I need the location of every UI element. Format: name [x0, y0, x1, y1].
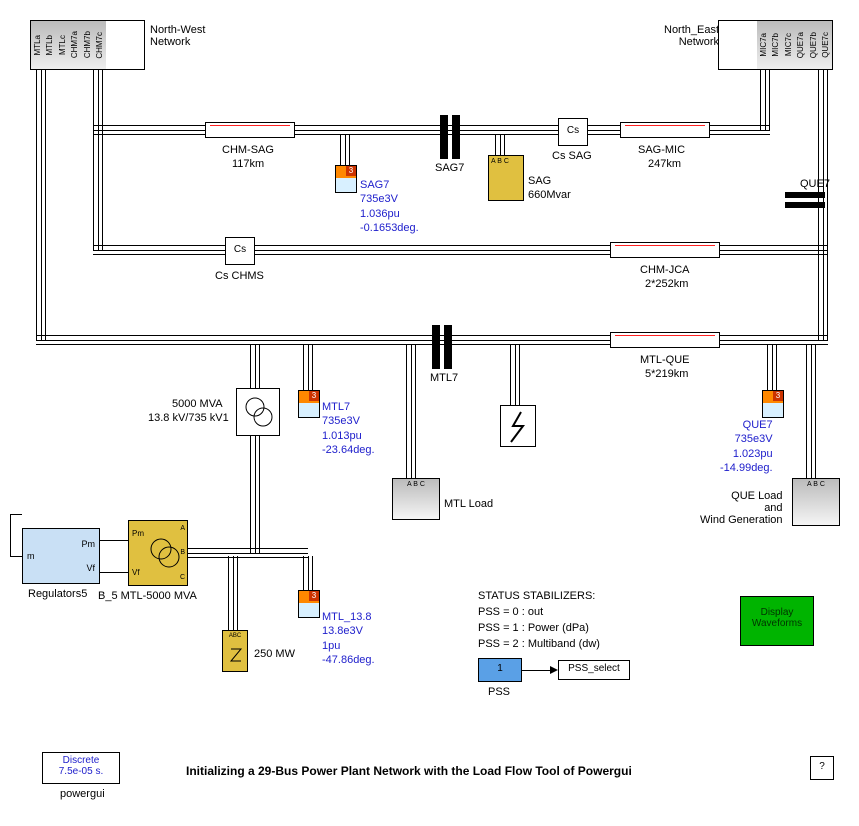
bus-mtl7	[432, 325, 440, 369]
nw-port: CHM7b	[83, 31, 92, 58]
sag-mvar-block[interactable]: A B C	[488, 155, 524, 201]
nw-label: North-West Network	[150, 24, 205, 48]
display-waveforms-button[interactable]: Display Waveforms	[740, 596, 814, 646]
north-west-subsystem[interactable]: MTLa MTLb MTLc CHM7a CHM7b CHM7c	[30, 20, 145, 70]
status-title: STATUS STABILIZERS:	[478, 590, 595, 602]
help-label: ?	[819, 761, 825, 772]
ne-label: North_East Network	[664, 24, 719, 48]
nw-port: CHM7a	[70, 31, 79, 58]
nw-port: MTLb	[45, 35, 54, 55]
chm-jca-name: CHM-JCA	[640, 264, 690, 276]
meas-que7[interactable]: 3	[762, 390, 784, 418]
que7-m-name: QUE7	[743, 419, 773, 431]
sag-rating: 660Mvar	[528, 189, 571, 201]
mtl-load-block[interactable]: A B C	[392, 478, 440, 520]
chm-sag-len: 117km	[232, 158, 264, 170]
powergui-label: powergui	[60, 788, 105, 800]
north-east-subsystem[interactable]: MIC7a MIC7b MIC7c QUE7a QUE7b QUE7c	[718, 20, 833, 70]
pss-label: PSS	[488, 686, 510, 698]
cs-chms-block[interactable]: Cs	[225, 237, 255, 265]
mtl-load-label: MTL Load	[444, 498, 493, 510]
regulators-label: Regulators5	[28, 588, 87, 600]
ne-port: QUE7a	[796, 32, 805, 58]
meas-sag7[interactable]: 3	[335, 165, 357, 193]
mtl13-m-pu: 1pu	[322, 640, 340, 652]
mw-label: 250 MW	[254, 648, 295, 660]
fault-block[interactable]	[500, 405, 536, 447]
status-l0: PSS = 0 : out	[478, 606, 543, 618]
ne-port: QUE7c	[821, 32, 830, 58]
ne-port: MIC7a	[759, 33, 768, 57]
mw-source-block[interactable]: ABC	[222, 630, 248, 672]
que-load-label: QUE Load and Wind Generation	[700, 490, 783, 526]
generator-label: B_5 MTL-5000 MVA	[98, 590, 197, 602]
nw-port: MTLc	[58, 35, 67, 55]
regulators-block[interactable]: Pm Vf m	[22, 528, 100, 584]
xfmr-ratio: 13.8 kV/735 kV1	[148, 412, 229, 424]
mtl7-m-ang: -23.64deg.	[322, 444, 375, 456]
powergui-l1: Discrete	[43, 755, 119, 766]
pss-constant[interactable]: 1	[478, 658, 522, 682]
status-l2: PSS = 2 : Multiband (dw)	[478, 638, 600, 650]
gen-vf: Vf	[132, 568, 140, 577]
mtl-que-len: 5*219km	[645, 368, 688, 380]
chm-sag-name: CHM-SAG	[222, 144, 274, 156]
mtl13-m-ang: -47.86deg.	[322, 654, 375, 666]
sag-mic-len: 247km	[648, 158, 681, 170]
sag-name: SAG	[528, 175, 551, 187]
pss-select-label: PSS_select	[568, 663, 620, 674]
nw-port: CHM7c	[95, 32, 104, 59]
mtl7-label: MTL7	[430, 372, 458, 384]
xfmr-rating: 5000 MVA	[172, 398, 223, 410]
cs-chms-label: Cs CHMS	[215, 270, 264, 282]
mtl7-m-pu: 1.013pu	[322, 430, 362, 442]
cs-sag-block[interactable]: Cs	[558, 118, 588, 146]
mtl7-m-name: MTL7	[322, 401, 350, 413]
transformer-block[interactable]	[236, 388, 280, 436]
cs-sag-label: Cs SAG	[552, 150, 592, 162]
sag7-m-v: 735e3V	[360, 193, 398, 205]
meas-mtl7[interactable]: 3	[298, 390, 320, 418]
mtl-que-name: MTL-QUE	[640, 354, 690, 366]
sag7-m-pu: 1.036pu	[360, 208, 400, 220]
gen-pm: Pm	[132, 529, 144, 538]
mtl13-m-name: MTL_13.8	[322, 611, 372, 623]
que7-m-pu: 1.023pu	[733, 448, 773, 460]
sag-mic-name: SAG-MIC	[638, 144, 685, 156]
help-button[interactable]: ?	[810, 756, 834, 780]
que-load-block[interactable]: A B C	[792, 478, 840, 526]
ne-port: QUE7b	[809, 32, 818, 58]
sag7-m-name: SAG7	[360, 179, 389, 191]
chm-jca-len: 2*252km	[645, 278, 688, 290]
pss-value: 1	[497, 663, 503, 674]
diagram-title: Initializing a 29-Bus Power Plant Networ…	[186, 764, 632, 778]
reg-pm-port: Pm	[82, 539, 96, 549]
sag7-m-ang: -0.1653deg.	[360, 222, 419, 234]
powergui-l2: 7.5e-05 s.	[43, 766, 119, 777]
status-l1: PSS = 1 : Power (dPa)	[478, 622, 589, 634]
reg-vf-port: Vf	[86, 563, 95, 573]
powergui-block[interactable]: Discrete 7.5e-05 s.	[42, 752, 120, 784]
pss-select-goto[interactable]: PSS_select	[558, 660, 630, 680]
meas-mtl13[interactable]: 3	[298, 590, 320, 618]
mtl7-m-v: 735e3V	[322, 415, 360, 427]
bus-sag7	[440, 115, 448, 159]
generator-block[interactable]: Pm Vf A B C	[128, 520, 188, 586]
nw-port: MTLa	[33, 35, 42, 55]
que7-m-v: 735e3V	[735, 433, 773, 445]
que7-label: QUE7	[800, 178, 830, 190]
ne-port: MIC7b	[771, 33, 780, 57]
sag7-label: SAG7	[435, 162, 464, 174]
mtl13-m-v: 13.8e3V	[322, 625, 363, 637]
reg-m-port: m	[27, 551, 35, 561]
que7-m-ang: -14.99deg.	[720, 462, 773, 474]
ne-port: MIC7c	[784, 33, 793, 56]
